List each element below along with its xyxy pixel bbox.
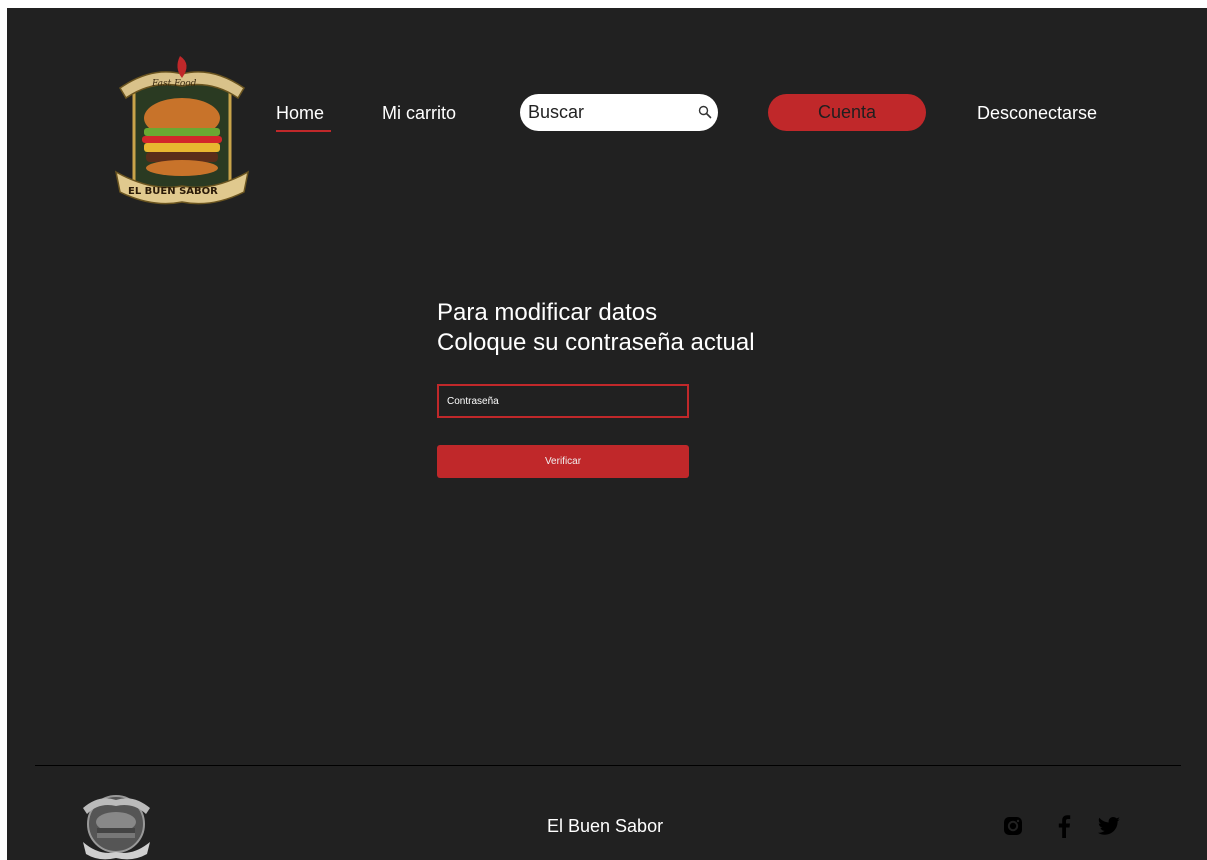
footer-title: El Buen Sabor	[547, 816, 664, 836]
search-box	[520, 94, 718, 131]
search-input[interactable]	[528, 94, 688, 131]
nav-cart[interactable]: Mi carrito	[382, 102, 456, 124]
el-buen-sabor-logo[interactable]: Fast Food EL BUEN SABOR	[112, 48, 252, 208]
nav-home-active-underline	[276, 130, 331, 132]
svg-text:EL BUEN SABOR: EL BUEN SABOR	[128, 186, 218, 197]
nav-logout[interactable]: Desconectarse	[977, 102, 1097, 124]
page-title-line-1: Para modificar datos	[437, 299, 658, 326]
page-title-line-2: Coloque su contraseña actual	[437, 329, 755, 356]
facebook-icon[interactable]	[1052, 814, 1076, 838]
account-button[interactable]: Cuenta	[768, 94, 926, 131]
svg-text:Fast Food: Fast Food	[151, 79, 197, 89]
instagram-icon[interactable]	[1001, 814, 1025, 838]
nav-home[interactable]: Home	[276, 102, 324, 124]
footer-divider	[35, 765, 1181, 766]
app-frame: Fast Food EL BUEN SABOR Home Mi carrito …	[7, 8, 1207, 860]
search-icon[interactable]	[698, 105, 712, 119]
password-input[interactable]	[437, 384, 689, 418]
verify-button[interactable]: Verificar	[437, 445, 689, 478]
page-title: Para modificar datos Coloque su contrase…	[437, 298, 755, 358]
footer-logo	[83, 795, 150, 860]
twitter-icon[interactable]	[1097, 814, 1121, 838]
